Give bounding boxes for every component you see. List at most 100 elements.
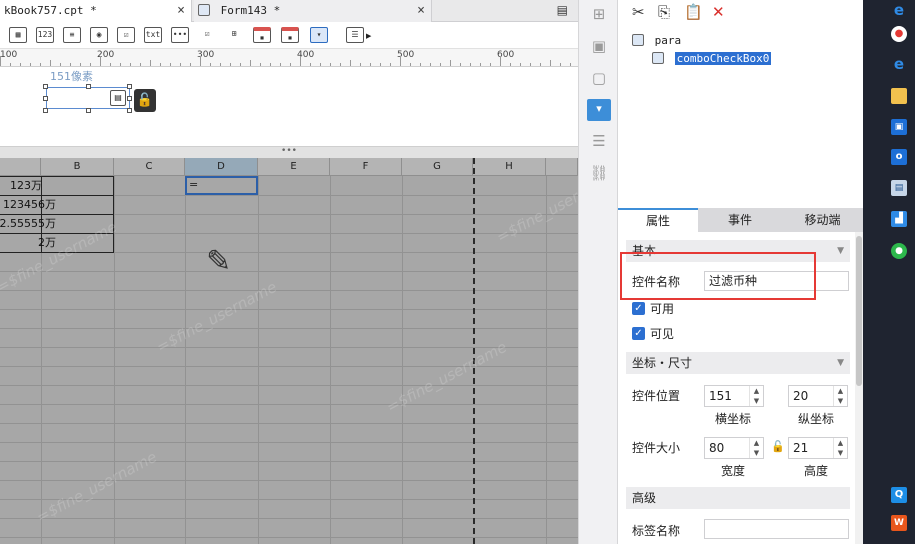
widget-tree: para comboCheckBox0: [632, 32, 773, 68]
width-stepper[interactable]: 80 ▲ ▼: [704, 437, 764, 459]
column-header-b[interactable]: B: [41, 158, 114, 176]
chart-widget-icon[interactable]: ▣: [589, 36, 609, 56]
finereport-icon[interactable]: ▟: [891, 211, 907, 227]
date-icon[interactable]: ▪: [253, 27, 271, 43]
text-field-icon[interactable]: txt: [144, 27, 162, 43]
ruler-tick: [20, 63, 21, 66]
column-header-e[interactable]: E: [258, 158, 330, 176]
wps-icon[interactable]: W: [891, 515, 907, 531]
pane-splitter[interactable]: •••: [0, 146, 578, 158]
tab-attributes[interactable]: 属性: [618, 208, 698, 232]
checkbox-group-icon[interactable]: ☑: [117, 27, 135, 43]
number-field-icon[interactable]: 123: [36, 27, 54, 43]
column-header-f[interactable]: F: [330, 158, 402, 176]
resize-handle[interactable]: [127, 84, 132, 89]
layout-icon[interactable]: ⊞: [589, 4, 609, 24]
parameter-canvas[interactable]: 151像素 ▤ 🔓: [0, 68, 578, 146]
ruler-tick: [210, 63, 211, 66]
widget-name-input[interactable]: 过滤币种: [704, 271, 849, 291]
section-coords[interactable]: 坐标・尺寸 ▼: [626, 352, 850, 374]
pos-x-stepper[interactable]: 151 ▲ ▼: [704, 385, 764, 407]
stepper-arrows-icon[interactable]: ▲ ▼: [749, 438, 763, 458]
close-tab-icon[interactable]: ×: [417, 0, 425, 22]
tag-name-input[interactable]: [704, 519, 849, 539]
property-scrollbar[interactable]: [855, 232, 863, 544]
tab-workbook[interactable]: kBook757.cpt * ×: [0, 0, 192, 22]
tab-form-label: Form143 *: [220, 4, 281, 17]
section-advanced[interactable]: 高级: [626, 487, 850, 509]
ie-icon[interactable]: e: [891, 56, 907, 72]
column-header-i[interactable]: [546, 158, 578, 176]
scrollbar-thumb[interactable]: [856, 236, 862, 386]
section-basic[interactable]: 基本 ▼: [626, 240, 850, 262]
ruler-tick: [90, 63, 91, 66]
stepper-arrows-icon[interactable]: ▲ ▼: [833, 438, 847, 458]
spreadsheet-grid[interactable]: B C D E F G H 123万 123456万 2.55555万 2万 =…: [0, 158, 578, 544]
resize-handle[interactable]: [43, 108, 48, 113]
tree-node-para[interactable]: para: [632, 32, 771, 50]
delete-icon[interactable]: ✕: [712, 3, 725, 21]
column-header-h[interactable]: H: [473, 158, 546, 176]
notepad-icon[interactable]: ▤: [891, 180, 907, 196]
frame-icon[interactable]: ▢: [589, 68, 609, 88]
ruler-tick: [380, 63, 381, 66]
remote-desktop-icon[interactable]: ▣: [891, 119, 907, 135]
stepper-arrows-icon[interactable]: ▲ ▼: [749, 386, 763, 406]
tab-form[interactable]: Form143 * ×: [194, 0, 432, 22]
checkbox-icon[interactable]: ☑: [198, 27, 216, 43]
table-icon[interactable]: ▦: [9, 27, 27, 43]
tree-icon[interactable]: ⊞: [225, 27, 243, 43]
ruler-tick: [80, 63, 81, 66]
more-icon[interactable]: ☰: [346, 27, 364, 43]
column-header-c[interactable]: C: [114, 158, 185, 176]
combo-dropdown-icon[interactable]: ▤: [110, 90, 126, 106]
column-header-g[interactable]: G: [402, 158, 473, 176]
password-icon[interactable]: •••: [171, 27, 189, 43]
cut-icon[interactable]: ✂: [632, 3, 645, 21]
datetime-icon[interactable]: ▪: [281, 27, 299, 43]
cell-value[interactable]: 2.55555万: [0, 215, 56, 233]
column-header-d[interactable]: D: [185, 158, 258, 176]
pos-y-stepper[interactable]: 20 ▲ ▼: [788, 385, 848, 407]
link-icon[interactable]: ⛓: [589, 163, 609, 183]
tree-node-combo[interactable]: comboCheckBox0: [652, 50, 773, 68]
ruler-tick: [100, 56, 101, 66]
expand-arrow-icon[interactable]: ▶: [366, 32, 371, 40]
resize-handle[interactable]: [43, 96, 48, 101]
column-header-a[interactable]: [0, 158, 41, 176]
unlock-icon[interactable]: 🔓: [134, 89, 156, 112]
paste-icon[interactable]: 📋: [684, 3, 703, 21]
ruler-tick: [450, 60, 451, 66]
close-tab-icon[interactable]: ×: [177, 0, 185, 22]
tab-events[interactable]: 事件: [700, 208, 780, 232]
ruler-tick: [400, 56, 401, 66]
qq-browser-icon[interactable]: Q: [891, 487, 907, 503]
chrome-icon[interactable]: ●: [891, 26, 907, 42]
text-area-icon[interactable]: ≡: [63, 27, 81, 43]
cell-value[interactable]: 123万: [10, 177, 42, 195]
tab-widget-icon[interactable]: ☰: [589, 131, 609, 151]
edge-icon[interactable]: e: [891, 2, 907, 18]
resize-handle[interactable]: [86, 84, 91, 89]
stepper-arrows-icon[interactable]: ▲ ▼: [833, 386, 847, 406]
radio-group-icon[interactable]: ◉: [90, 27, 108, 43]
tab-mobile[interactable]: 移动端: [782, 208, 863, 232]
resize-handle[interactable]: [86, 108, 91, 113]
folder-icon[interactable]: [891, 88, 907, 104]
copy-icon[interactable]: ⎘: [658, 3, 670, 21]
wechat-icon[interactable]: ●: [891, 243, 907, 259]
visible-checkbox[interactable]: ✓: [632, 327, 645, 340]
combo-box-icon[interactable]: ▾: [310, 27, 328, 43]
combo-checkbox-widget[interactable]: ▤: [46, 87, 130, 109]
tab-menu-icon[interactable]: ▤: [557, 3, 568, 17]
height-stepper[interactable]: 21 ▲ ▼: [788, 437, 848, 459]
ratio-lock-icon[interactable]: 🔓: [771, 440, 785, 453]
resize-handle[interactable]: [127, 108, 132, 113]
resize-handle[interactable]: [127, 96, 132, 101]
resize-handle[interactable]: [43, 84, 48, 89]
selected-cell[interactable]: =: [185, 176, 258, 195]
cell-value[interactable]: 123456万: [3, 196, 56, 214]
outlook-icon[interactable]: o: [891, 149, 907, 165]
widget-settings-icon[interactable]: ▾: [587, 99, 611, 121]
enabled-checkbox[interactable]: ✓: [632, 302, 645, 315]
